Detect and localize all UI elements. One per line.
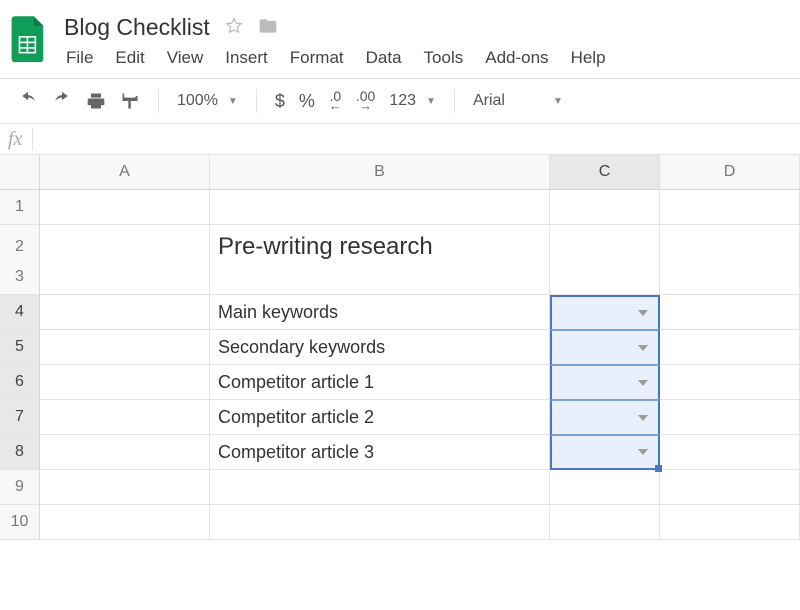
cell-B8[interactable]: Competitor article 3 <box>210 435 550 470</box>
number-format-dropdown[interactable]: 123 ▼ <box>389 92 436 110</box>
cell-D6[interactable] <box>660 365 800 400</box>
chevron-down-icon <box>638 345 648 351</box>
cell-B6[interactable]: Competitor article 1 <box>210 365 550 400</box>
row-header-9[interactable]: 9 <box>0 470 40 505</box>
cell-D5[interactable] <box>660 330 800 365</box>
cell-A1[interactable] <box>40 190 210 225</box>
cell-D10[interactable] <box>660 505 800 540</box>
cell-C8-dropdown[interactable] <box>550 435 660 470</box>
toolbar-separator <box>454 89 455 113</box>
cell-A5[interactable] <box>40 330 210 365</box>
cell-B7[interactable]: Competitor article 2 <box>210 400 550 435</box>
toolbar-separator <box>256 89 257 113</box>
title-area: Blog Checklist File Edit View Insert For… <box>0 0 800 78</box>
cell-A3[interactable] <box>40 260 210 295</box>
cell-A4[interactable] <box>40 295 210 330</box>
menu-format[interactable]: Format <box>290 48 344 68</box>
cell-A9[interactable] <box>40 470 210 505</box>
print-icon[interactable] <box>86 91 106 111</box>
document-title[interactable]: Blog Checklist <box>64 14 210 41</box>
toolbar: 100% ▼ $ % .0← .00→ 123 ▼ Arial ▼ <box>0 79 800 123</box>
menu-view[interactable]: View <box>167 48 204 68</box>
cell-C9[interactable] <box>550 470 660 505</box>
menu-data[interactable]: Data <box>366 48 402 68</box>
cell-C10[interactable] <box>550 505 660 540</box>
currency-format-button[interactable]: $ <box>275 91 285 112</box>
cell-C4-dropdown[interactable] <box>550 295 660 330</box>
fx-label: fx <box>8 128 22 151</box>
menu-file[interactable]: File <box>66 48 93 68</box>
cell-D9[interactable] <box>660 470 800 505</box>
cell-C6-dropdown[interactable] <box>550 365 660 400</box>
row-header-5[interactable]: 5 <box>0 330 40 365</box>
cell-B3[interactable] <box>210 260 550 295</box>
row-header-1[interactable]: 1 <box>0 190 40 225</box>
cell-B1[interactable] <box>210 190 550 225</box>
menu-insert[interactable]: Insert <box>225 48 268 68</box>
selection-handle[interactable] <box>655 465 662 472</box>
cell-D4[interactable] <box>660 295 800 330</box>
chevron-down-icon: ▼ <box>228 96 238 107</box>
chevron-down-icon <box>638 380 648 386</box>
select-all-corner[interactable] <box>0 155 40 190</box>
percent-format-button[interactable]: % <box>299 91 315 112</box>
sheets-logo[interactable] <box>8 12 50 68</box>
cell-A8[interactable] <box>40 435 210 470</box>
cell-D1[interactable] <box>660 190 800 225</box>
zoom-value: 100% <box>177 92 218 110</box>
cell-C3[interactable] <box>550 260 660 295</box>
col-header-D[interactable]: D <box>660 155 800 190</box>
row-header-7[interactable]: 7 <box>0 400 40 435</box>
menu-bar: File Edit View Insert Format Data Tools … <box>64 42 608 76</box>
chevron-down-icon: ▼ <box>426 96 436 107</box>
col-header-B[interactable]: B <box>210 155 550 190</box>
fx-separator <box>32 128 33 150</box>
cell-B9[interactable] <box>210 470 550 505</box>
row-header-3[interactable]: 3 <box>0 260 40 295</box>
cell-A10[interactable] <box>40 505 210 540</box>
col-header-A[interactable]: A <box>40 155 210 190</box>
menu-edit[interactable]: Edit <box>115 48 144 68</box>
zoom-dropdown[interactable]: 100% ▼ <box>177 92 238 110</box>
cell-B5[interactable]: Secondary keywords <box>210 330 550 365</box>
cell-C5-dropdown[interactable] <box>550 330 660 365</box>
move-folder-icon[interactable] <box>258 16 278 39</box>
cell-D8[interactable] <box>660 435 800 470</box>
decrease-decimal-button[interactable]: .0← <box>329 92 342 110</box>
chevron-down-icon: ▼ <box>553 96 563 107</box>
spreadsheet-grid[interactable]: A B C D 1 2 Pre-writing research 3 4 Mai… <box>0 155 800 540</box>
chevron-down-icon <box>638 310 648 316</box>
cell-A6[interactable] <box>40 365 210 400</box>
star-icon[interactable] <box>224 16 244 39</box>
cell-B4[interactable]: Main keywords <box>210 295 550 330</box>
cell-D3[interactable] <box>660 260 800 295</box>
redo-icon[interactable] <box>52 91 72 111</box>
cell-B10[interactable] <box>210 505 550 540</box>
cell-C1[interactable] <box>550 190 660 225</box>
cell-D7[interactable] <box>660 400 800 435</box>
cell-C7-dropdown[interactable] <box>550 400 660 435</box>
toolbar-separator <box>158 89 159 113</box>
paint-format-icon[interactable] <box>120 91 140 111</box>
increase-decimal-button[interactable]: .00→ <box>356 92 375 110</box>
row-header-8[interactable]: 8 <box>0 435 40 470</box>
menu-help[interactable]: Help <box>571 48 606 68</box>
chevron-down-icon <box>638 415 648 421</box>
row-header-10[interactable]: 10 <box>0 505 40 540</box>
row-header-4[interactable]: 4 <box>0 295 40 330</box>
menu-addons[interactable]: Add-ons <box>485 48 548 68</box>
formula-bar[interactable]: fx <box>0 123 800 155</box>
row-header-6[interactable]: 6 <box>0 365 40 400</box>
cell-A7[interactable] <box>40 400 210 435</box>
col-header-C[interactable]: C <box>550 155 660 190</box>
font-dropdown[interactable]: Arial ▼ <box>473 92 563 110</box>
menu-tools[interactable]: Tools <box>424 48 464 68</box>
undo-icon[interactable] <box>18 91 38 111</box>
chevron-down-icon <box>638 449 648 455</box>
